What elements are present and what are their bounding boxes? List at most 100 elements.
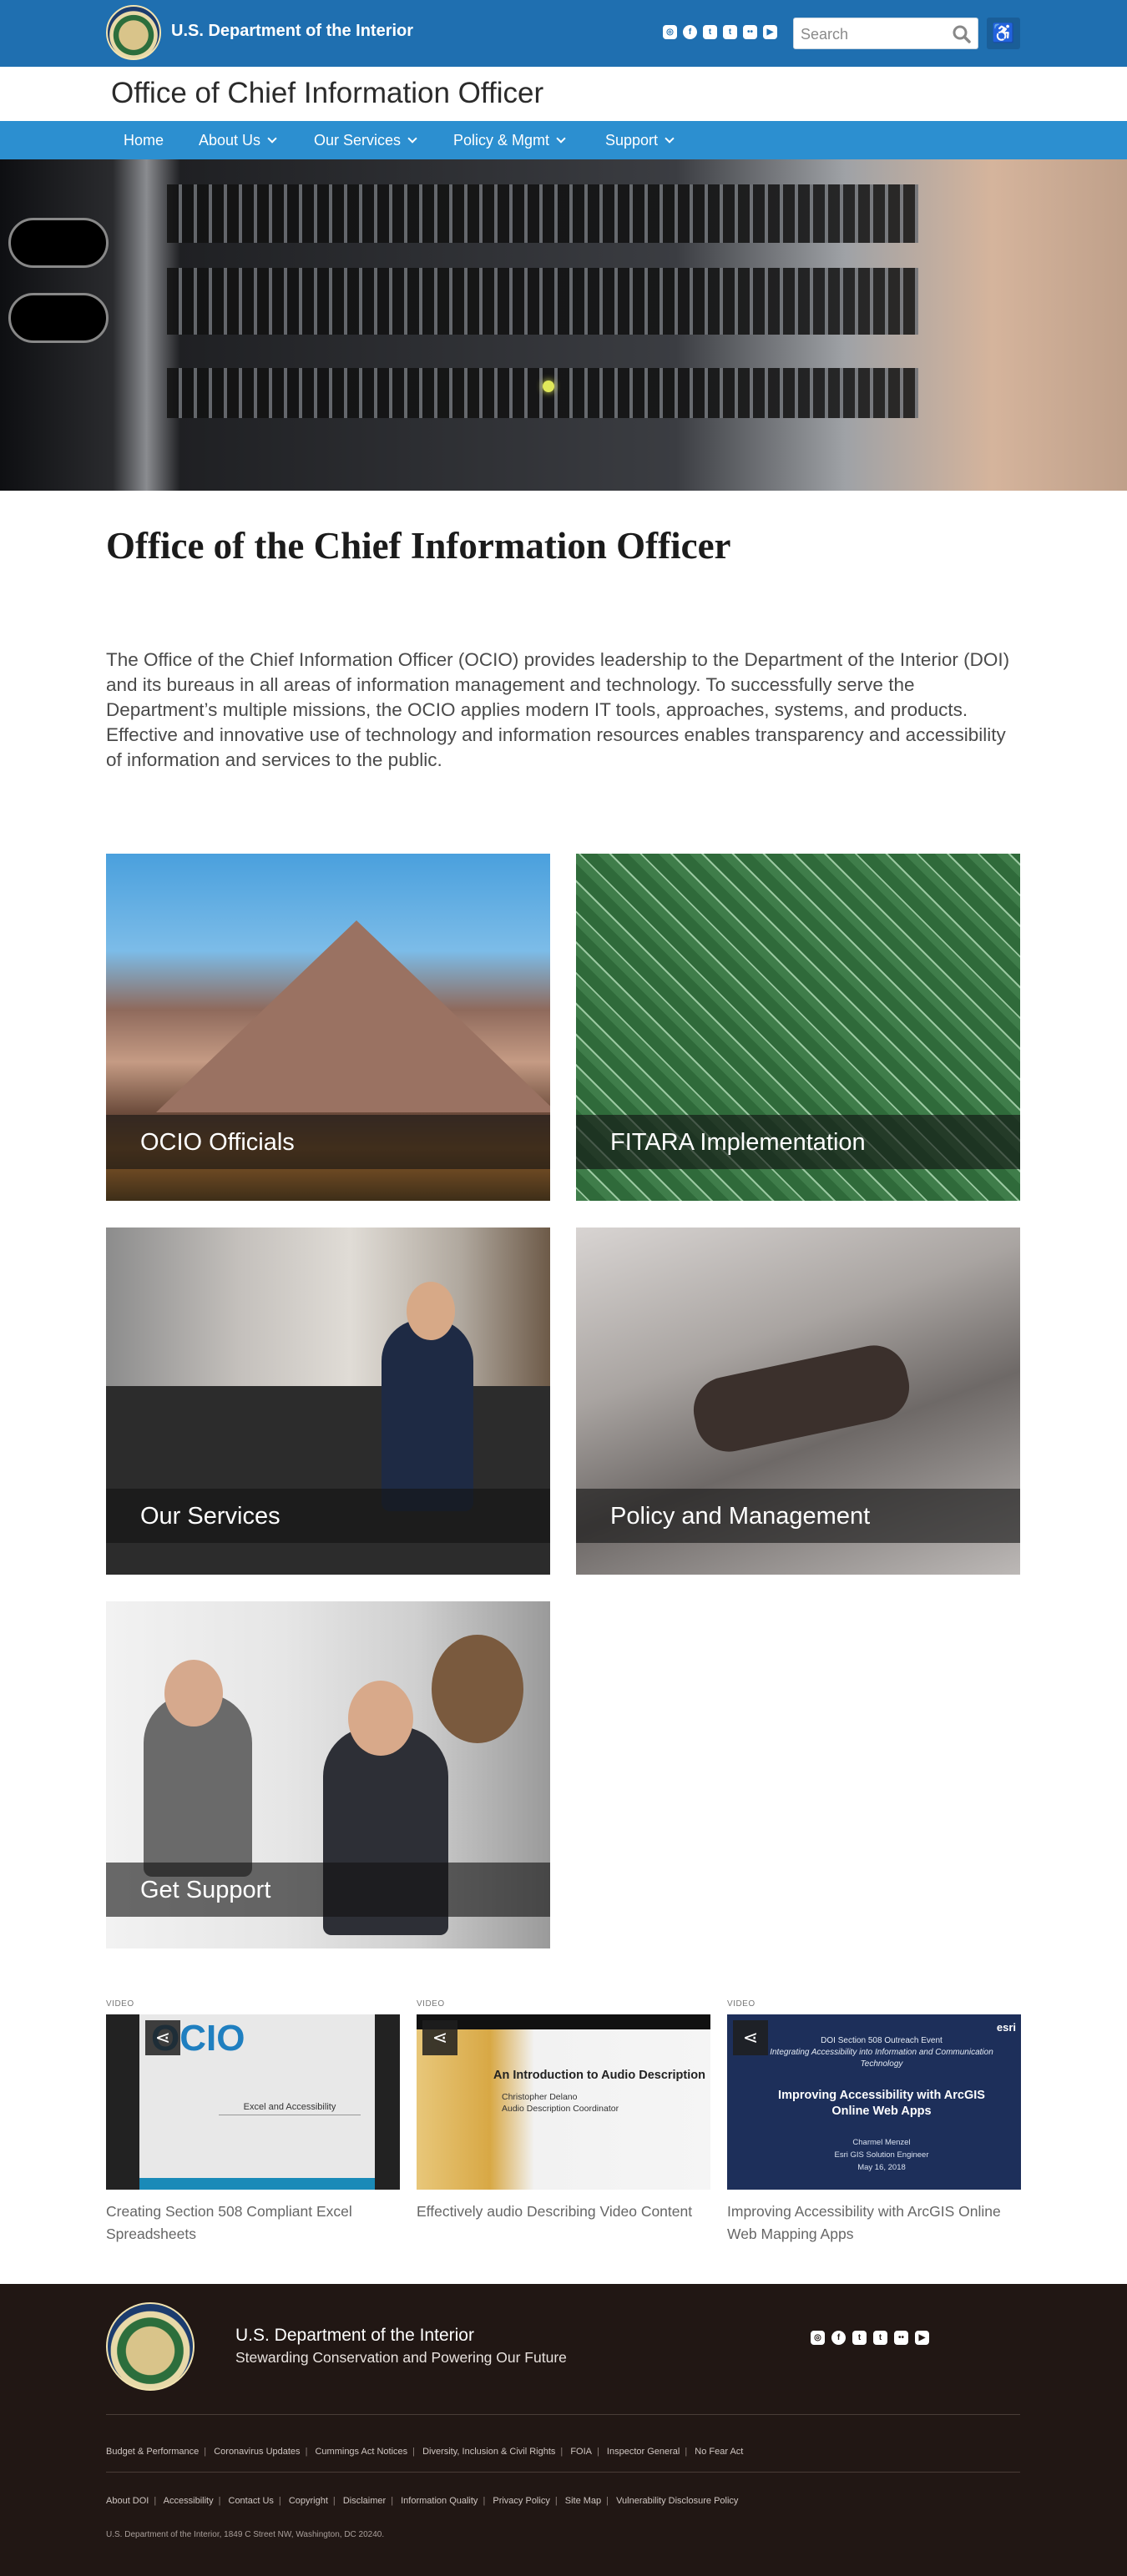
flickr-icon[interactable]: •• bbox=[743, 25, 757, 39]
video-thumb-speaker-block: Charmel Menzel Esri GIS Solution Enginee… bbox=[761, 2136, 1003, 2174]
nav-support[interactable]: Support bbox=[605, 121, 675, 159]
video-thumb-bar bbox=[139, 2178, 375, 2190]
footer-links-secondary: About DOI | Accessibility | Contact Us | Co… bbox=[106, 2496, 738, 2506]
video-thumb-subtitle: Integrating Accessibility into Informati… bbox=[770, 2048, 993, 2069]
footer-link[interactable]: Coronavirus Updates bbox=[214, 2447, 300, 2457]
doi-seal-icon[interactable] bbox=[106, 5, 161, 60]
video-thumb-speaker: Charmel Menzel bbox=[852, 2138, 911, 2147]
chevron-down-icon bbox=[407, 134, 417, 144]
footer-link[interactable]: Cummings Act Notices bbox=[315, 2447, 407, 2457]
tumblr-icon[interactable]: t bbox=[873, 2331, 887, 2345]
card-ocio-officials[interactable]: OCIO Officials bbox=[106, 854, 550, 1201]
link-separator: | bbox=[597, 2447, 599, 2457]
footer-link[interactable]: Contact Us bbox=[229, 2496, 274, 2506]
footer-link[interactable]: Inspector General bbox=[607, 2447, 680, 2457]
card-fitara-implementation[interactable]: FITARA Implementation bbox=[576, 854, 1020, 1201]
card-label: OCIO Officials bbox=[140, 1129, 295, 1156]
twitter-icon[interactable]: t bbox=[703, 25, 717, 39]
video-tag: VIDEO bbox=[106, 1999, 134, 2009]
site-title[interactable]: Office of Chief Information Officer bbox=[111, 77, 543, 110]
footer-link[interactable]: FOIA bbox=[570, 2447, 592, 2457]
top-bar: U.S. Department of the Interior ◎ f t t … bbox=[0, 0, 1127, 67]
video-thumb-date: May 16, 2018 bbox=[857, 2163, 906, 2172]
chevron-down-icon bbox=[665, 134, 675, 144]
video-thumb-presenter: Christopher Delano Audio Description Coo… bbox=[502, 2091, 619, 2115]
twitter-icon[interactable]: t bbox=[852, 2331, 867, 2345]
search-input[interactable] bbox=[801, 25, 943, 43]
card-caption: Get Support bbox=[106, 1863, 550, 1917]
department-name[interactable]: U.S. Department of the Interior bbox=[171, 22, 413, 41]
footer-link[interactable]: Vulnerability Disclosure Policy bbox=[616, 2496, 738, 2506]
video-thumb-event: DOI Section 508 Outreach Event Integrati… bbox=[761, 2035, 1003, 2070]
share-button[interactable]: ⋖ bbox=[733, 2020, 768, 2055]
tumblr-icon[interactable]: t bbox=[723, 25, 737, 39]
video-thumbnail[interactable]: esri DOI Section 508 Outreach Event Inte… bbox=[727, 2014, 1021, 2190]
card-image-head bbox=[164, 1660, 223, 1727]
share-button[interactable]: ⋖ bbox=[422, 2020, 457, 2055]
footer-link[interactable]: Privacy Policy bbox=[493, 2496, 549, 2506]
nav-policy-mgmt[interactable]: Policy & Mgmt bbox=[453, 121, 566, 159]
card-our-services[interactable]: Our Services bbox=[106, 1228, 550, 1575]
footer-link[interactable]: Site Map bbox=[565, 2496, 601, 2506]
doi-seal-icon[interactable] bbox=[106, 2302, 195, 2391]
video-thumb-name: Christopher Delano bbox=[502, 2092, 578, 2102]
hero-drive-slot bbox=[8, 293, 109, 343]
card-caption: Policy and Management bbox=[576, 1489, 1020, 1543]
link-separator: | bbox=[606, 2496, 609, 2506]
footer-link[interactable]: Disclaimer bbox=[343, 2496, 386, 2506]
video-thumb-heading: Improving Accessibility with ArcGIS Onli… bbox=[778, 2089, 985, 2118]
card-image-sofa bbox=[106, 1386, 550, 1575]
footer-divider bbox=[106, 2414, 1020, 2415]
page-title: Office of the Chief Information Officer bbox=[106, 525, 731, 567]
instagram-icon[interactable]: ◎ bbox=[663, 25, 677, 39]
video-thumb-event-name: DOI Section 508 Outreach Event bbox=[821, 2036, 943, 2045]
footer-link[interactable]: Accessibility bbox=[164, 2496, 214, 2506]
chevron-down-icon bbox=[267, 134, 277, 144]
nav-our-services[interactable]: Our Services bbox=[314, 121, 417, 159]
link-separator: | bbox=[305, 2447, 308, 2457]
footer-link[interactable]: Budget & Performance bbox=[106, 2447, 199, 2457]
card-label: Policy and Management bbox=[610, 1503, 871, 1530]
footer-link[interactable]: Diversity, Inclusion & Civil Rights bbox=[422, 2447, 555, 2457]
card-policy-and-management[interactable]: Policy and Management bbox=[576, 1228, 1020, 1575]
nav-label: Our Services bbox=[314, 132, 402, 149]
card-get-support[interactable]: Get Support bbox=[106, 1601, 550, 1948]
video-thumbnail[interactable]: OCIO Excel and Accessibility ⋖ bbox=[106, 2014, 400, 2190]
facebook-icon[interactable]: f bbox=[831, 2331, 846, 2345]
hero-drive-slot bbox=[8, 218, 109, 268]
nav-home[interactable]: Home bbox=[124, 121, 164, 159]
search-icon bbox=[953, 25, 971, 43]
instagram-icon[interactable]: ◎ bbox=[811, 2331, 825, 2345]
youtube-icon[interactable]: ▶ bbox=[915, 2331, 929, 2345]
video-title[interactable]: Effectively audio Describing Video Conte… bbox=[417, 2200, 710, 2223]
share-button[interactable]: ⋖ bbox=[145, 2020, 180, 2055]
link-separator: | bbox=[204, 2447, 207, 2457]
video-title[interactable]: Creating Section 508 Compliant Excel Spr… bbox=[106, 2200, 400, 2246]
link-separator: | bbox=[218, 2496, 221, 2506]
search-button[interactable] bbox=[951, 23, 973, 45]
footer-link[interactable]: No Fear Act bbox=[695, 2447, 743, 2457]
footer-dept-name: U.S. Department of the Interior bbox=[235, 2326, 474, 2345]
footer-link[interactable]: Copyright bbox=[289, 2496, 328, 2506]
facebook-icon[interactable]: f bbox=[683, 25, 697, 39]
video-thumbnail[interactable]: An Introduction to Audio Description Chr… bbox=[417, 2014, 710, 2190]
footer-links-primary: Budget & Performance | Coronavirus Update… bbox=[106, 2447, 743, 2457]
link-separator: | bbox=[685, 2447, 688, 2457]
link-separator: | bbox=[391, 2496, 394, 2506]
video-title[interactable]: Improving Accessibility with ArcGIS Onli… bbox=[727, 2200, 1021, 2246]
footer-tagline: Stewarding Conservation and Powering Our… bbox=[235, 2349, 567, 2366]
nav-about-us[interactable]: About Us bbox=[199, 121, 277, 159]
link-separator: | bbox=[554, 2496, 558, 2506]
accessibility-button[interactable]: ♿ bbox=[987, 18, 1020, 49]
link-separator: | bbox=[560, 2447, 564, 2457]
card-image-head bbox=[432, 1635, 523, 1743]
youtube-icon[interactable]: ▶ bbox=[763, 25, 777, 39]
flickr-icon[interactable]: •• bbox=[894, 2331, 908, 2345]
card-image-head bbox=[348, 1681, 413, 1756]
footer-link[interactable]: Information Quality bbox=[401, 2496, 478, 2506]
chevron-down-icon bbox=[556, 134, 566, 144]
card-image-hand bbox=[687, 1338, 916, 1459]
footer-link[interactable]: About DOI bbox=[106, 2496, 149, 2506]
nav-label: About Us bbox=[199, 132, 261, 149]
nav-label: Policy & Mgmt bbox=[453, 132, 550, 149]
